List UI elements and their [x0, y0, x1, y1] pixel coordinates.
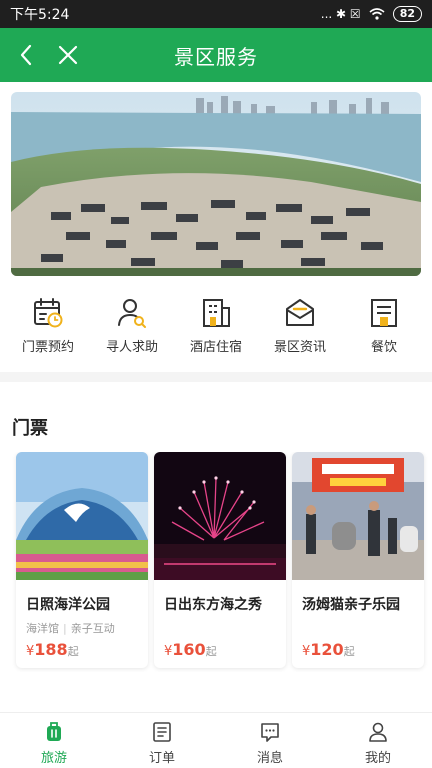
nav-news[interactable]: 景区资讯 — [260, 296, 340, 366]
ocean-park-image — [16, 452, 148, 580]
ticket-tag: 海洋馆 — [26, 622, 59, 635]
ticket-name: 汤姆猫亲子乐园 — [302, 597, 400, 613]
nav-label: 景区资讯 — [273, 340, 326, 355]
price-suffix: 起 — [67, 645, 79, 658]
tab-label: 订单 — [148, 751, 175, 766]
tab-travel[interactable]: 旅游 — [0, 713, 108, 768]
status-time: 下午5:24 — [10, 7, 70, 23]
section-divider — [0, 372, 432, 382]
order-list-icon — [153, 722, 171, 742]
tab-orders[interactable]: 订单 — [108, 713, 216, 768]
nav-dining[interactable]: 餐饮 — [344, 296, 424, 366]
chevron-left-icon[interactable] — [14, 40, 38, 70]
tab-messages[interactable]: 消息 — [216, 713, 324, 768]
price-suffix: 起 — [343, 645, 355, 658]
message-icon — [261, 723, 279, 742]
price-suffix: 起 — [205, 645, 217, 658]
bottom-tab-bar: 旅游 订单 消息 我的 — [0, 712, 432, 768]
fireworks-show-image — [154, 452, 286, 580]
tab-label: 旅游 — [40, 751, 67, 766]
person-search-icon — [118, 299, 146, 328]
nav-label: 餐饮 — [370, 340, 397, 355]
nav-hotel[interactable]: 酒店住宿 — [176, 296, 256, 366]
tickets-section-title: 门票 — [12, 418, 48, 439]
quick-nav: 门票预约 寻人求助 酒店住宿 景区资讯 餐饮 — [0, 296, 432, 366]
status-indicators: ... ✱ ☒ 82 — [321, 6, 422, 22]
ticket-price: ¥120起 — [302, 640, 355, 659]
nav-label: 寻人求助 — [105, 340, 158, 355]
nav-label: 酒店住宿 — [189, 340, 242, 355]
nav-find-person[interactable]: 寻人求助 — [92, 296, 172, 366]
tab-label: 消息 — [256, 751, 283, 766]
ticket-price: ¥160起 — [164, 640, 217, 659]
ticket-card[interactable]: 日照海洋公园 海洋馆 | 亲子互动 ¥188起 — [16, 452, 148, 668]
ticket-price: ¥188起 — [26, 640, 79, 659]
nav-ticket-booking[interactable]: 门票预约 — [8, 296, 88, 366]
battery-indicator: 82 — [392, 6, 422, 22]
ticket-card[interactable]: 日出东方海之秀 ¥160起 — [154, 452, 286, 668]
ticket-name: 日出东方海之秀 — [164, 597, 262, 613]
restaurant-building-icon — [371, 299, 397, 327]
tab-label: 我的 — [364, 751, 391, 766]
scenic-banner-image[interactable] — [11, 92, 421, 276]
price-value: 120 — [310, 640, 344, 659]
nav-label: 门票预约 — [21, 340, 74, 355]
notification-icons: ... ✱ ☒ — [320, 7, 361, 21]
tab-profile[interactable]: 我的 — [324, 713, 432, 768]
calendar-clock-icon — [34, 298, 63, 328]
ticket-list: 日照海洋公园 海洋馆 | 亲子互动 ¥188起 日出东方海之秀 ¥160起 汤姆… — [12, 452, 432, 672]
ticket-name: 日照海洋公园 — [26, 597, 110, 613]
tom-cat-park-image — [292, 452, 424, 580]
hotel-building-icon — [203, 299, 230, 327]
wifi-icon — [369, 8, 385, 20]
close-icon[interactable] — [54, 41, 82, 69]
app-header: 景区服务 — [0, 28, 432, 82]
ticket-tag: 亲子互动 — [70, 622, 115, 635]
ticket-tags: 海洋馆 | 亲子互动 — [26, 620, 115, 636]
ticket-card[interactable]: 汤姆猫亲子乐园 ¥120起 — [292, 452, 424, 668]
mail-envelope-icon — [286, 299, 314, 326]
luggage-icon — [47, 722, 61, 741]
price-value: 188 — [34, 640, 68, 659]
tag-separator: | — [63, 622, 67, 635]
price-value: 160 — [172, 640, 206, 659]
user-icon — [369, 722, 387, 742]
status-bar: 下午5:24 ... ✱ ☒ 82 — [0, 0, 432, 28]
